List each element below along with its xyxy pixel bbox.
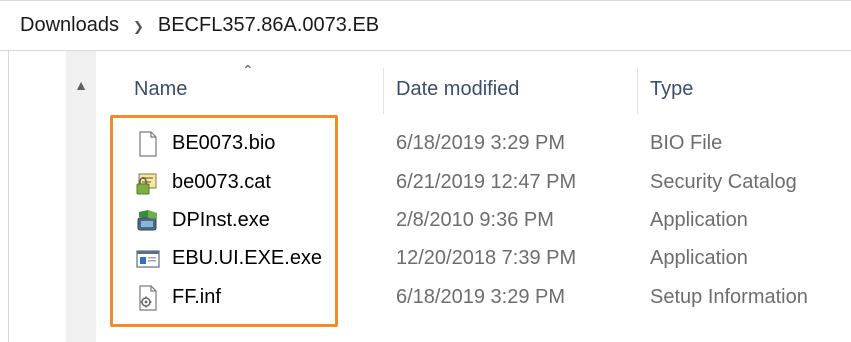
column-divider[interactable] [383, 68, 384, 114]
file-type: Application [650, 247, 748, 269]
navigation-pane [0, 51, 9, 342]
file-row[interactable]: DPInst.exe 2/8/2010 9:36 PM Application [120, 202, 851, 240]
column-divider[interactable] [637, 68, 638, 114]
breadcrumb[interactable]: Downloads ❯ BECFL357.86A.0073.EB [0, 0, 851, 51]
column-header-type[interactable]: Type [650, 78, 693, 101]
file-type: Setup Information [650, 286, 808, 308]
file-type: Application [650, 209, 748, 231]
column-header-name[interactable]: Name [134, 78, 187, 101]
scroll-up-arrow-icon[interactable]: ▲ [66, 77, 96, 93]
file-name[interactable]: BE0073.bio [172, 132, 275, 155]
file-row[interactable]: BE0073.bio 6/18/2019 3:29 PM BIO File [120, 125, 851, 163]
sort-ascending-icon: ⌃ [242, 62, 254, 78]
file-row[interactable]: FF.inf 6/18/2019 3:29 PM Setup Informati… [120, 279, 851, 317]
file-type: Security Catalog [650, 171, 797, 193]
column-header-date-modified[interactable]: Date modified [396, 78, 519, 101]
file-row[interactable]: EBU.UI.EXE.exe 12/20/2018 7:39 PM Applic… [120, 240, 851, 278]
breadcrumb-downloads[interactable]: Downloads [14, 14, 125, 37]
file-date-modified: 6/21/2019 12:47 PM [396, 171, 577, 193]
file-explorer-window: Downloads ❯ BECFL357.86A.0073.EB ▲ ⌃ Nam… [0, 0, 851, 342]
file-name[interactable]: EBU.UI.EXE.exe [172, 247, 322, 270]
file-date-modified: 12/20/2018 7:39 PM [396, 247, 577, 269]
file-date-modified: 6/18/2019 3:29 PM [396, 286, 566, 308]
breadcrumb-current-folder[interactable]: BECFL357.86A.0073.EB [152, 14, 385, 37]
file-name[interactable]: DPInst.exe [172, 209, 270, 232]
blank-document-icon [139, 131, 157, 157]
installer-app-icon [137, 210, 157, 231]
file-name[interactable]: be0073.cat [172, 171, 271, 194]
security-catalog-icon [136, 173, 157, 195]
window-app-icon [136, 250, 160, 268]
breadcrumb-chevron-icon[interactable]: ❯ [133, 19, 144, 35]
file-date-modified: 6/18/2019 3:29 PM [396, 132, 566, 154]
file-type: BIO File [650, 132, 723, 154]
file-row[interactable]: be0073.cat 6/21/2019 12:47 PM Security C… [120, 164, 851, 202]
file-date-modified: 2/8/2010 9:36 PM [396, 209, 554, 231]
vertical-scrollbar[interactable]: ▲ [66, 51, 96, 342]
setup-info-icon [139, 285, 157, 311]
file-name[interactable]: FF.inf [172, 286, 221, 309]
